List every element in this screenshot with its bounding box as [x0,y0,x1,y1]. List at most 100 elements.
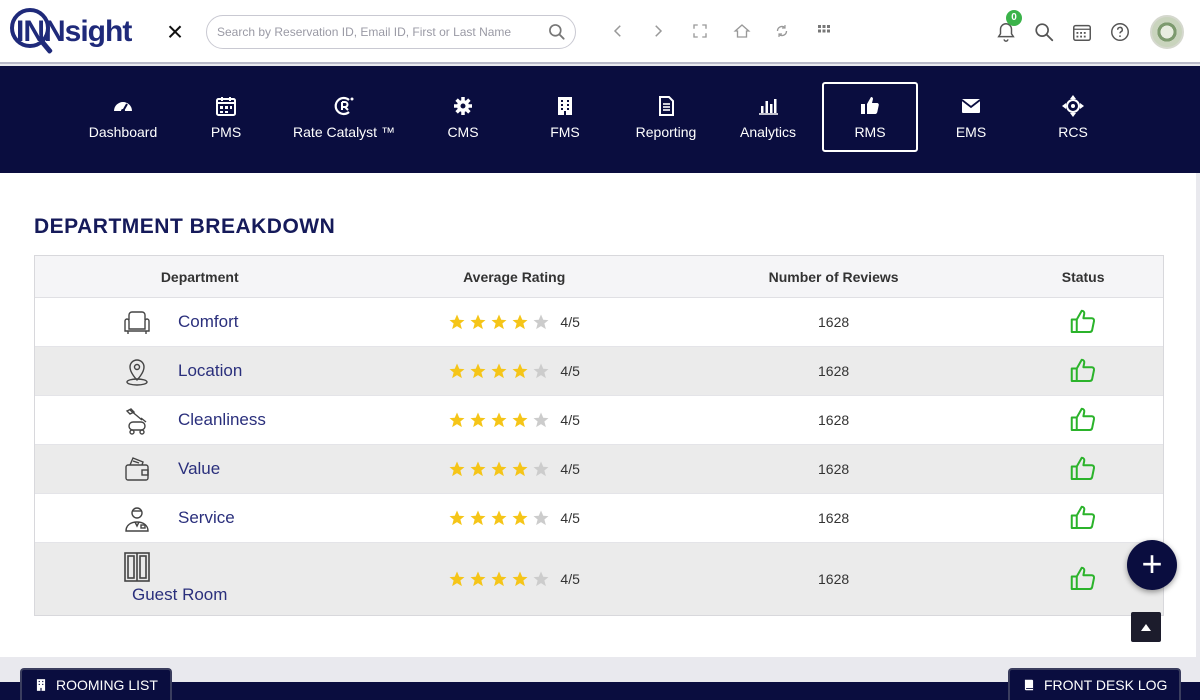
back-arrow-icon[interactable] [604,17,632,45]
table-row: Location 4/5 1628 [35,347,1163,396]
star-filled-icon [449,314,465,330]
nav-label: Analytics [739,124,797,140]
nav-rms[interactable]: RMS [822,82,918,152]
rooming-list-label: ROOMING LIST [56,677,158,693]
nav-analytics[interactable]: Analytics [728,82,808,152]
star-filled-icon [449,363,465,379]
department-name[interactable]: Location [178,361,242,381]
armchair-icon [121,307,153,339]
fullscreen-icon[interactable] [686,17,714,45]
header-department[interactable]: Department [35,269,364,285]
nav-pms[interactable]: PMS [190,82,262,152]
close-icon[interactable]: × [162,18,188,46]
nav-dashboard[interactable]: Dashboard [78,82,168,152]
nav-cms[interactable]: CMS [428,82,498,152]
rating-cell: 4/5 [364,347,663,395]
dashboard-icon [111,94,135,118]
review-count: 1628 [818,510,850,526]
nav-label: RCS [1058,124,1088,140]
star-filled-icon [449,461,465,477]
star-filled-icon [470,510,486,526]
star-filled-icon [512,412,528,428]
rating-cell: 4/5 [364,445,663,493]
rating-value: 4/5 [560,510,580,526]
book-icon [1024,679,1034,691]
department-name[interactable]: Value [178,459,220,479]
main-nav: Dashboard PMS Rate Catalyst ™ CMS FMS Re… [0,66,1200,173]
star-empty-icon [533,571,549,587]
department-name[interactable]: Guest Room [132,585,227,605]
star-filled-icon [470,461,486,477]
avatar[interactable] [1150,15,1184,49]
nav-label: EMS [955,124,987,140]
wallet-icon [121,454,153,486]
thumbs-up-icon [1070,456,1096,480]
search-icon[interactable] [1030,18,1058,46]
star-filled-icon [491,510,507,526]
star-filled-icon [512,461,528,477]
front-desk-log-button[interactable]: FRONT DESK LOG [1008,668,1182,700]
nav-label: Reporting [635,124,697,140]
map-pin-icon [121,356,153,388]
header-number-of-reviews[interactable]: Number of Reviews [664,269,1003,285]
star-empty-icon [533,412,549,428]
star-filled-icon [512,510,528,526]
star-filled-icon [491,461,507,477]
rooming-list-button[interactable]: ROOMING LIST [20,668,172,700]
star-filled-icon [449,571,465,587]
search-input[interactable] [217,22,537,42]
rating-value: 4/5 [560,412,580,428]
document-icon [654,94,678,118]
rating-cell: 4/5 [364,396,663,444]
add-button[interactable]: + [1127,540,1177,590]
refresh-icon[interactable] [768,17,796,45]
nav-label: RMS [854,124,886,140]
chevron-up-icon [1141,623,1151,631]
grid-menu-icon[interactable] [810,17,838,45]
vacuum-icon [121,405,153,437]
nav-rate-catalyst[interactable]: Rate Catalyst ™ [284,82,404,152]
thumbs-up-icon [1070,566,1096,590]
thumbs-up-icon [1070,309,1096,333]
top-bar: INNsight × 0 [0,0,1200,64]
innsight-logo[interactable]: INNsight [8,6,143,60]
table-row: Guest Room 4/5 1628 [35,543,1163,615]
department-name[interactable]: Service [178,508,235,528]
main-content: DEPARTMENT BREAKDOWN Department Average … [0,173,1196,657]
department-name[interactable]: Cleanliness [178,410,266,430]
review-count: 1628 [818,461,850,477]
header-status[interactable]: Status [1003,269,1163,285]
thumbs-up-icon [1070,358,1096,382]
star-empty-icon [533,461,549,477]
star-filled-icon [491,363,507,379]
star-rating [448,509,550,527]
staff-person-icon [121,503,153,535]
department-name[interactable]: Comfort [178,312,238,332]
header-average-rating[interactable]: Average Rating [364,269,663,285]
nav-ems[interactable]: EMS [936,82,1006,152]
star-filled-icon [491,412,507,428]
star-rating [448,362,550,380]
review-count: 1628 [818,571,850,587]
nav-label: PMS [210,124,242,140]
scroll-to-top-button[interactable] [1131,612,1161,642]
nav-fms[interactable]: FMS [530,82,600,152]
star-rating [448,411,550,429]
rating-cell: 4/5 [364,494,663,542]
thumbs-up-icon [1070,407,1096,431]
calendar-icon[interactable] [1068,18,1096,46]
nav-rcs[interactable]: RCS [1038,82,1108,152]
forward-arrow-icon[interactable] [644,17,672,45]
search-icon[interactable] [547,22,567,42]
door-icon [121,551,153,583]
crosshair-icon [1061,94,1085,118]
notification-bell-icon[interactable]: 0 [992,10,1022,46]
home-icon[interactable] [728,17,756,45]
calendar-icon [214,94,238,118]
help-icon[interactable] [1106,18,1134,46]
star-filled-icon [470,571,486,587]
rate-catalyst-icon [332,94,356,118]
bar-chart-icon [756,94,780,118]
nav-reporting[interactable]: Reporting [626,82,706,152]
building-icon [553,94,577,118]
